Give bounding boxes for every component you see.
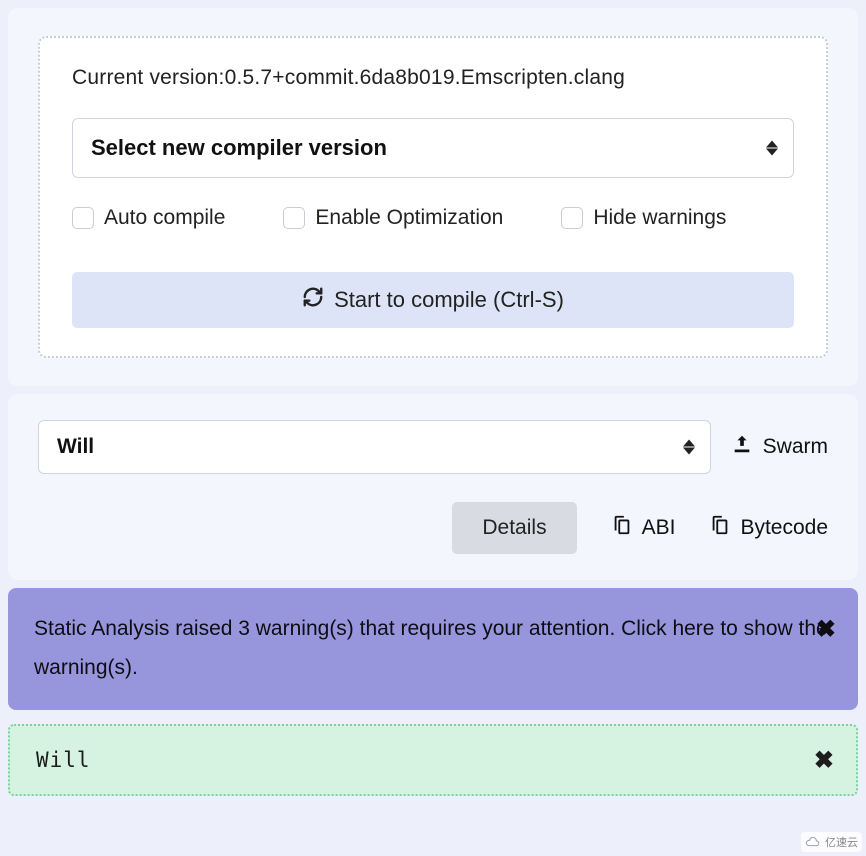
contract-select-wrap: Will (38, 420, 711, 474)
details-button[interactable]: Details (452, 502, 576, 554)
abi-label: ABI (642, 516, 676, 540)
checkbox-icon (72, 207, 94, 229)
auto-compile-label: Auto compile (104, 206, 225, 230)
checkbox-icon (561, 207, 583, 229)
clipboard-icon (709, 514, 731, 542)
refresh-icon (302, 286, 324, 314)
compile-success-text: Will (36, 748, 91, 772)
enable-optimization-label: Enable Optimization (315, 206, 503, 230)
bytecode-button[interactable]: Bytecode (709, 514, 828, 542)
bytecode-label: Bytecode (740, 516, 828, 540)
static-analysis-alert[interactable]: Static Analysis raised 3 warning(s) that… (8, 588, 858, 710)
enable-optimization-checkbox[interactable]: Enable Optimization (283, 206, 503, 230)
abi-button[interactable]: ABI (611, 514, 676, 542)
contract-panel: Will Swarm Details (8, 394, 858, 580)
compiler-select-wrap: Select new compiler version (72, 118, 794, 178)
hide-warnings-checkbox[interactable]: Hide warnings (561, 206, 726, 230)
swarm-label: Swarm (763, 435, 828, 459)
close-icon[interactable]: ✖ (816, 608, 836, 652)
static-analysis-text: Static Analysis raised 3 warning(s) that… (34, 617, 828, 679)
checkbox-icon (283, 207, 305, 229)
version-text: Current version:0.5.7+commit.6da8b019.Em… (72, 66, 794, 90)
clipboard-icon (611, 514, 633, 542)
watermark: 亿速云 (801, 832, 862, 852)
compiler-select[interactable]: Select new compiler version (72, 118, 794, 178)
cloud-icon (805, 837, 821, 848)
hide-warnings-label: Hide warnings (593, 206, 726, 230)
close-icon[interactable]: ✖ (814, 746, 834, 775)
compile-card: Current version:0.5.7+commit.6da8b019.Em… (38, 36, 828, 358)
compile-panel: Current version:0.5.7+commit.6da8b019.Em… (8, 8, 858, 386)
start-compile-button[interactable]: Start to compile (Ctrl-S) (72, 272, 794, 328)
contract-select[interactable]: Will (38, 420, 711, 474)
compile-options-row: Auto compile Enable Optimization Hide wa… (72, 206, 794, 230)
watermark-text: 亿速云 (825, 834, 858, 850)
contract-row: Will Swarm (38, 420, 828, 474)
upload-icon (731, 433, 753, 461)
auto-compile-checkbox[interactable]: Auto compile (72, 206, 225, 230)
compile-success-alert: Will ✖ (8, 724, 858, 796)
contract-actions-row: Details ABI Bytecode (38, 502, 828, 554)
swarm-button[interactable]: Swarm (731, 433, 828, 461)
start-compile-label: Start to compile (Ctrl-S) (334, 287, 564, 313)
